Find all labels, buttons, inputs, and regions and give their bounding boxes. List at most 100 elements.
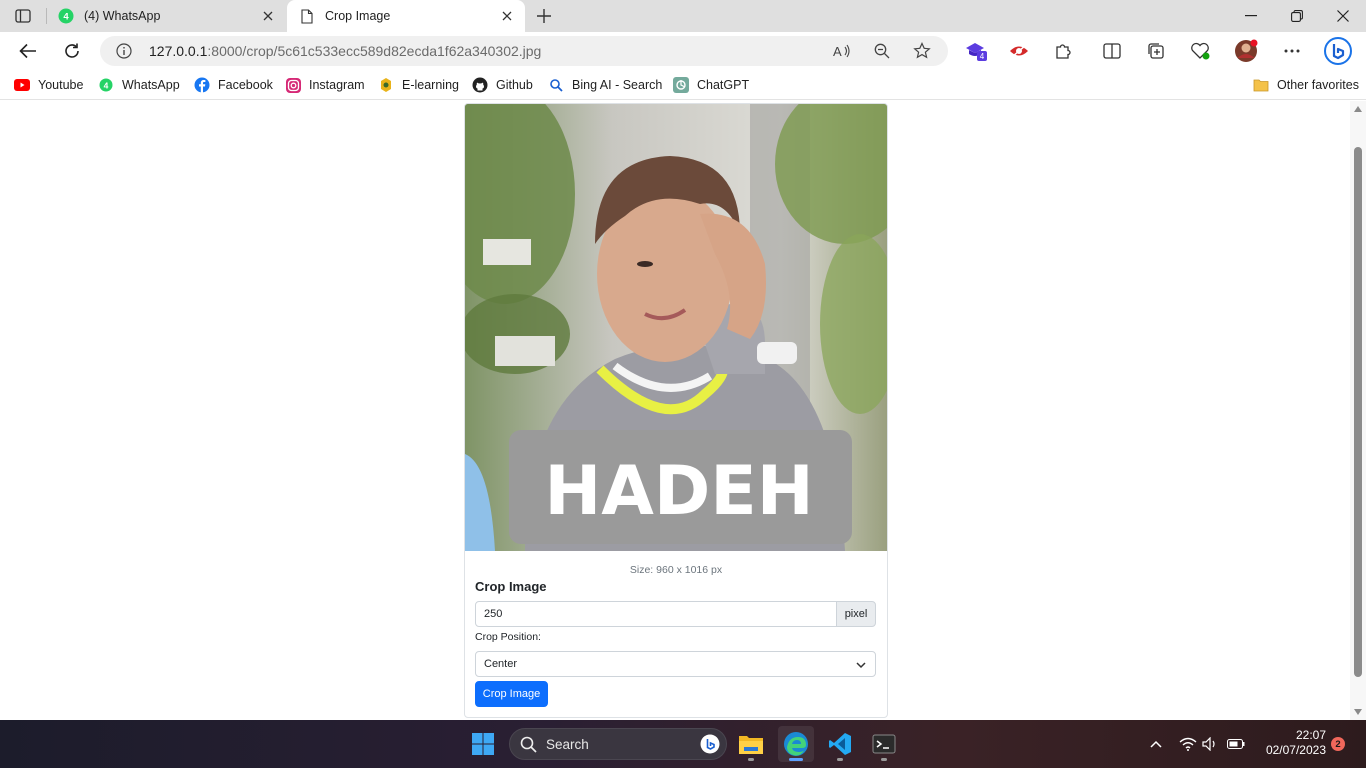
page-viewport: HADEH Size: 960 x 1016 px Crop Image pix… — [0, 101, 1350, 720]
bookmark-github[interactable]: Github — [472, 76, 533, 94]
tab-crop-image[interactable]: Crop Image — [287, 0, 525, 32]
elearning-icon — [378, 77, 394, 93]
bookmark-label: Youtube — [38, 78, 84, 92]
image-size-text: Size: 960 x 1016 px — [629, 564, 723, 576]
bookmark-label: WhatsApp — [122, 78, 180, 92]
chatgpt-icon — [673, 77, 689, 93]
bookmark-label: Facebook — [218, 78, 273, 92]
uploaded-image: HADEH — [465, 104, 887, 551]
svg-text:A: A — [833, 44, 842, 59]
svg-text:4: 4 — [104, 80, 109, 90]
vscode-icon[interactable] — [822, 726, 858, 762]
file-explorer-icon[interactable] — [733, 726, 769, 762]
svg-text:4: 4 — [980, 52, 985, 61]
close-tab-icon[interactable] — [499, 8, 515, 24]
extensions-puzzle-icon[interactable] — [1051, 40, 1075, 62]
url-path: :8000/crop/5c61c533ecc589d82ecda1f62a340… — [207, 43, 542, 59]
other-favorites-folder[interactable]: Other favorites — [1253, 76, 1359, 94]
battery-icon[interactable] — [1226, 734, 1246, 754]
favorite-star-icon[interactable] — [913, 42, 931, 60]
tab-label: Crop Image — [325, 9, 391, 23]
bookmark-elearning[interactable]: E-learning — [378, 76, 459, 94]
chevron-down-icon — [855, 659, 867, 671]
bookmark-whatsapp[interactable]: 4 WhatsApp — [98, 76, 180, 94]
chevron-up-icon[interactable] — [1146, 734, 1166, 754]
url-text: 127.0.0.1:8000/crop/5c61c533ecc589d82ecd… — [149, 43, 541, 59]
selected-option: Center — [484, 658, 518, 670]
page-icon — [299, 8, 315, 24]
close-window-button[interactable] — [1320, 0, 1366, 32]
bookmark-chatgpt[interactable]: ChatGPT — [673, 76, 749, 94]
edge-browser-icon[interactable] — [778, 726, 814, 762]
bookmark-label: Instagram — [309, 78, 365, 92]
collections-icon[interactable] — [1144, 40, 1168, 62]
minimize-button[interactable] — [1228, 0, 1274, 32]
bookmark-youtube[interactable]: Youtube — [14, 76, 83, 94]
read-aloud-icon[interactable]: A — [833, 42, 851, 60]
crop-size-input[interactable] — [475, 601, 837, 627]
restore-button[interactable] — [1274, 0, 1320, 32]
scroll-up-arrow-icon[interactable] — [1354, 106, 1362, 112]
bookmark-facebook[interactable]: Facebook — [194, 76, 273, 94]
bookmark-bing-search[interactable]: Bing AI - Search — [548, 76, 662, 94]
tab-whatsapp[interactable]: 4 (4) WhatsApp — [46, 0, 286, 32]
tab-actions-icon[interactable] — [10, 6, 36, 26]
page-scrollbar[interactable] — [1350, 101, 1366, 720]
taskbar-search[interactable]: Search — [509, 728, 727, 760]
crop-position-label: Crop Position: — [475, 631, 541, 643]
tab-label: (4) WhatsApp — [84, 9, 161, 23]
crop-card: HADEH Size: 960 x 1016 px Crop Image pix… — [464, 103, 888, 718]
tab-strip: 4 (4) WhatsApp Crop Image — [0, 0, 1366, 32]
profile-avatar[interactable] — [1234, 39, 1258, 62]
url-host: 127.0.0.1 — [149, 43, 208, 59]
scroll-down-arrow-icon[interactable] — [1354, 709, 1362, 715]
scroll-thumb[interactable] — [1354, 147, 1362, 677]
start-button[interactable] — [465, 726, 501, 762]
image-caption: HADEH — [544, 452, 813, 531]
folder-icon — [1253, 77, 1269, 93]
search-icon — [520, 736, 537, 758]
taskbar: Search 22:07 02/07/2023 2 — [0, 720, 1366, 768]
clock-time: 22:07 — [1295, 728, 1326, 742]
terminal-icon[interactable] — [866, 726, 902, 762]
wifi-icon[interactable] — [1178, 734, 1198, 754]
running-indicator — [837, 758, 843, 761]
crop-image-button[interactable]: Crop Image — [475, 681, 548, 707]
bookmarks-bar: Youtube 4 WhatsApp Facebook Instagram E-… — [0, 70, 1366, 100]
extension-badge-icon[interactable]: 4 — [964, 40, 988, 62]
form-title: Crop Image — [475, 579, 547, 594]
bing-icon — [700, 734, 720, 759]
site-info-icon[interactable] — [116, 43, 132, 59]
notification-badge[interactable]: 2 — [1331, 737, 1345, 751]
unit-addon: pixel — [836, 601, 876, 627]
more-options-icon[interactable] — [1280, 40, 1304, 62]
search-label: Search — [546, 737, 589, 752]
facebook-icon — [194, 77, 210, 93]
refresh-button[interactable] — [59, 39, 85, 63]
bing-copilot-icon[interactable] — [1322, 36, 1354, 66]
crop-size-group: pixel — [475, 601, 876, 627]
bookmark-label: Github — [496, 78, 533, 92]
back-button[interactable] — [15, 39, 41, 63]
address-bar[interactable]: 127.0.0.1:8000/crop/5c61c533ecc589d82ecd… — [100, 36, 948, 66]
github-icon — [472, 77, 488, 93]
split-screen-icon[interactable] — [1100, 40, 1124, 62]
running-indicator — [881, 758, 887, 761]
bookmark-label: E-learning — [402, 78, 459, 92]
browser-toolbar: 127.0.0.1:8000/crop/5c61c533ecc589d82ecd… — [0, 32, 1366, 70]
browser-essentials-icon[interactable] — [1188, 40, 1212, 62]
volume-icon[interactable] — [1200, 734, 1220, 754]
active-indicator — [789, 758, 803, 761]
bookmark-instagram[interactable]: Instagram — [285, 76, 365, 94]
instagram-icon — [285, 77, 301, 93]
bookmark-label: Bing AI - Search — [572, 78, 663, 92]
zoom-out-icon[interactable] — [873, 42, 891, 60]
eye-extension-icon[interactable] — [1007, 40, 1031, 62]
new-tab-button[interactable] — [533, 6, 555, 26]
youtube-icon — [14, 77, 30, 93]
running-indicator — [748, 758, 754, 761]
whatsapp-icon: 4 — [58, 8, 74, 24]
close-tab-icon[interactable] — [260, 8, 276, 24]
crop-position-select[interactable]: Center — [475, 651, 876, 677]
clock[interactable]: 22:07 02/07/2023 — [1254, 728, 1326, 758]
